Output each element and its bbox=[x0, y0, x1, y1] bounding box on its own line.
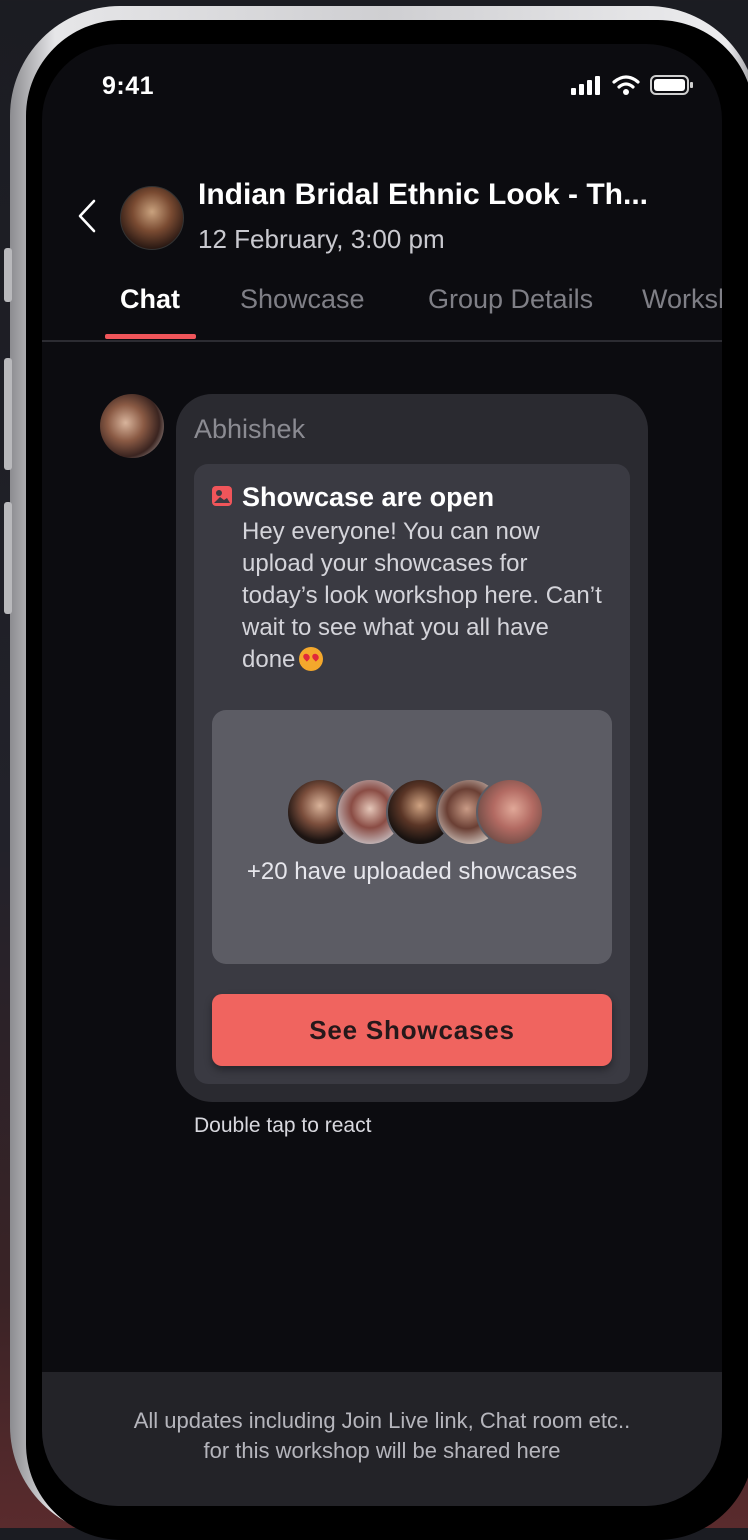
status-icons bbox=[570, 74, 694, 101]
side-button-volume-down bbox=[4, 502, 12, 614]
reaction-hint: Double tap to react bbox=[194, 1114, 372, 1137]
footer-line-2: for this workshop will be shared here bbox=[203, 1438, 561, 1463]
chevron-left-icon bbox=[78, 199, 96, 233]
group-avatar[interactable] bbox=[120, 186, 184, 250]
avatar-stack bbox=[286, 778, 546, 846]
card-title: Showcase are open bbox=[242, 482, 495, 512]
status-time: 9:41 bbox=[102, 72, 155, 100]
tab-bar: Chat Showcase Group Details Worksh bbox=[42, 274, 722, 342]
tab-showcase[interactable]: Showcase bbox=[240, 284, 365, 315]
app-screen: 9:41 Indian Bridal Ethnic Look - Th... 1… bbox=[42, 44, 722, 1506]
info-footer: All updates including Join Live link, Ch… bbox=[42, 1372, 722, 1506]
card-body-text: Hey everyone! You can now upload your sh… bbox=[242, 518, 602, 673]
footer-line-1: All updates including Join Live link, Ch… bbox=[133, 1408, 631, 1433]
message-bubble[interactable]: Abhishek Showcase are open Hey everyone!… bbox=[176, 394, 648, 1102]
signal-icon bbox=[570, 75, 602, 100]
tab-group-details[interactable]: Group Details bbox=[428, 284, 593, 315]
side-button-volume-up bbox=[4, 358, 12, 470]
heart-eyes-emoji-icon bbox=[299, 647, 324, 671]
battery-icon bbox=[650, 74, 694, 101]
showcase-announcement-card: Showcase are open Hey everyone! You can … bbox=[194, 464, 630, 1084]
uploaded-count-text: +20 have uploaded showcases bbox=[246, 858, 578, 885]
side-button-silent bbox=[4, 248, 12, 302]
tab-workshop[interactable]: Worksh bbox=[642, 284, 722, 315]
avatar bbox=[476, 778, 544, 846]
tab-chat[interactable]: Chat bbox=[120, 284, 180, 315]
active-tab-indicator bbox=[105, 334, 196, 339]
see-showcases-button[interactable]: See Showcases bbox=[212, 994, 612, 1066]
footer-text: All updates including Join Live link, Ch… bbox=[42, 1406, 722, 1466]
page-title: Indian Bridal Ethnic Look - Th... bbox=[198, 178, 648, 211]
sender-name: Abhishek bbox=[194, 414, 306, 444]
wifi-icon bbox=[612, 74, 640, 101]
session-datetime: 12 February, 3:00 pm bbox=[198, 224, 445, 254]
card-body: Hey everyone! You can now upload your sh… bbox=[242, 516, 602, 676]
uploaded-showcases-preview[interactable]: +20 have uploaded showcases bbox=[212, 710, 612, 964]
back-button[interactable] bbox=[72, 196, 102, 236]
image-icon bbox=[212, 486, 232, 506]
sender-avatar[interactable] bbox=[100, 394, 164, 458]
